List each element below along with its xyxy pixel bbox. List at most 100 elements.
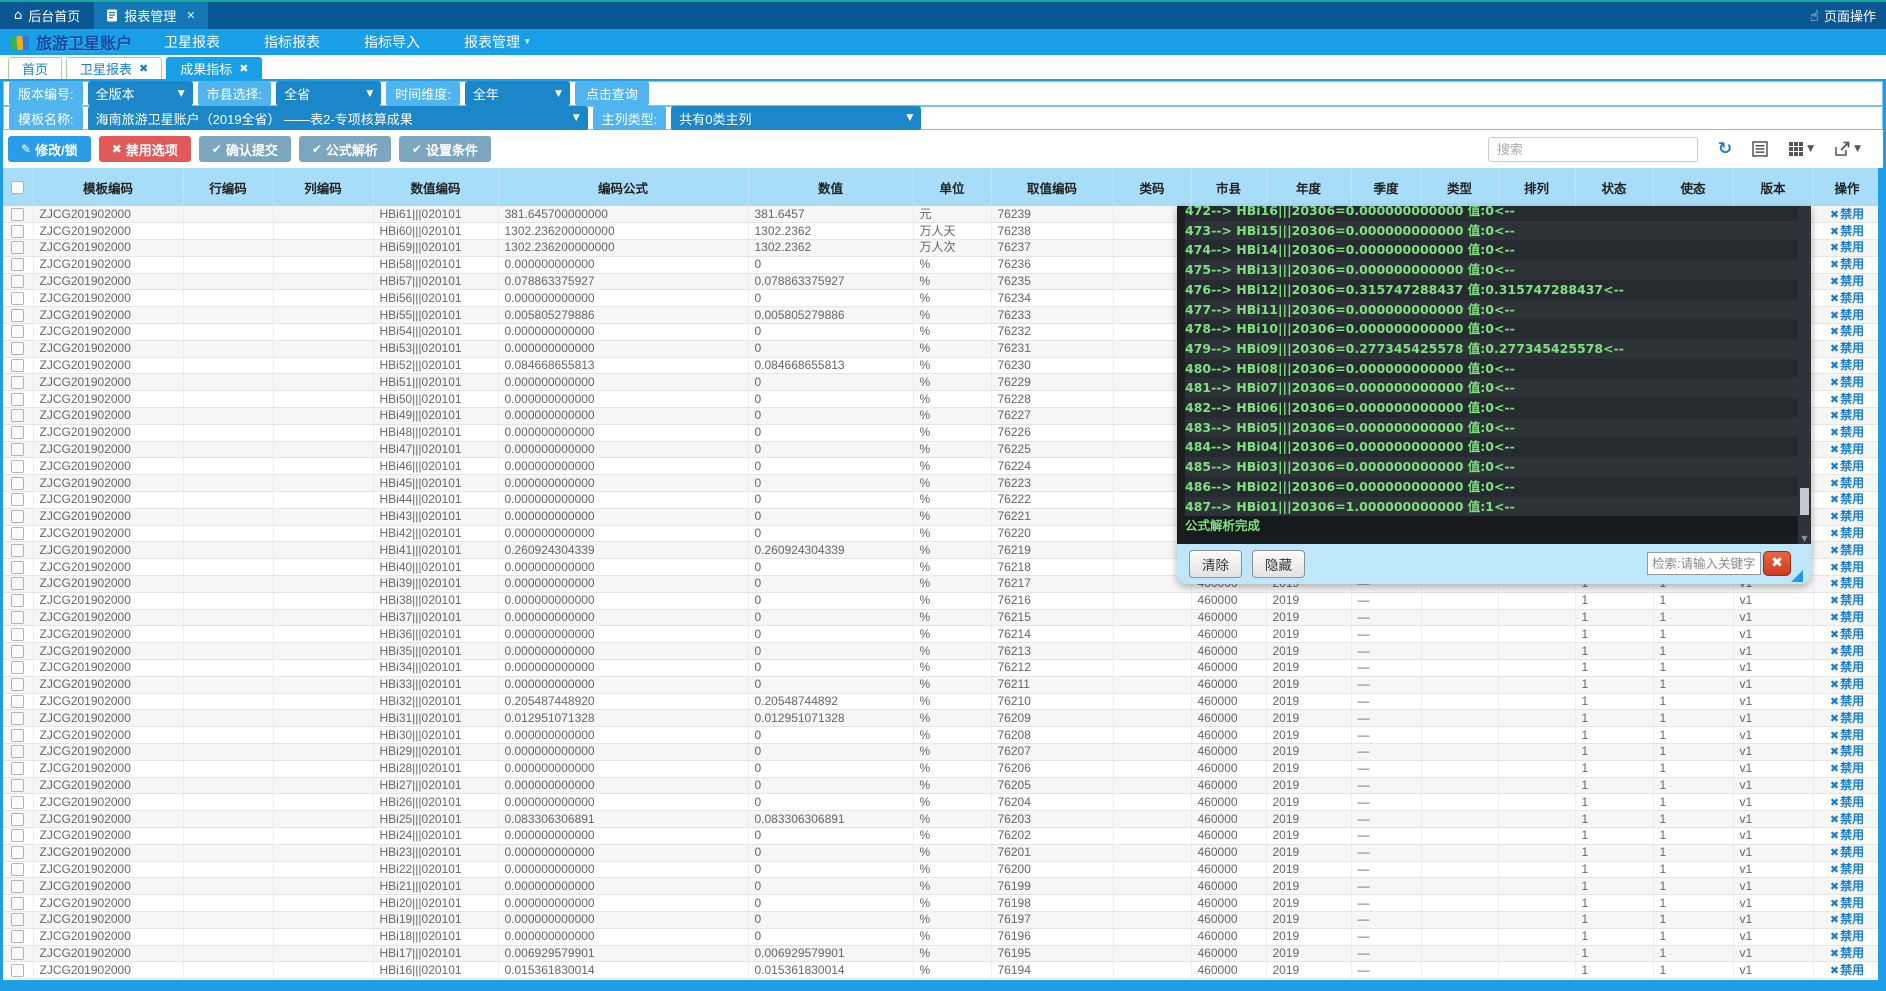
modify-lock-button[interactable]: ✎修改/锁 (8, 136, 91, 162)
resize-grip[interactable] (1791, 570, 1803, 582)
disable-link[interactable]: 禁用 (1840, 778, 1864, 792)
clear-button[interactable]: 清除 (1189, 550, 1242, 578)
row-checkbox[interactable] (11, 561, 24, 574)
disable-link[interactable]: 禁用 (1840, 207, 1864, 221)
row-checkbox[interactable] (11, 729, 24, 742)
city-select[interactable]: 全省 ▼ (276, 81, 381, 106)
page-tab-1[interactable]: 卫星报表✖ (66, 57, 162, 79)
row-checkbox[interactable] (11, 409, 24, 422)
scroll-down-icon[interactable]: ▼ (1798, 534, 1811, 543)
maincol-select[interactable]: 共有0类主列 ▼ (671, 106, 921, 131)
disable-link[interactable]: 禁用 (1840, 862, 1864, 876)
row-checkbox[interactable] (11, 208, 24, 221)
row-checkbox[interactable] (11, 829, 24, 842)
row-checkbox[interactable] (11, 325, 24, 338)
topbar-tab-report-mgmt[interactable]: 报表管理 ✕ (94, 2, 207, 29)
export-icon[interactable]: ▼ (1834, 141, 1861, 157)
disable-link[interactable]: 禁用 (1840, 543, 1864, 557)
row-checkbox[interactable] (11, 779, 24, 792)
version-select[interactable]: 全版本 ▼ (88, 81, 193, 106)
disable-link[interactable]: 禁用 (1840, 392, 1864, 406)
row-checkbox[interactable] (11, 376, 24, 389)
disable-link[interactable]: 禁用 (1840, 459, 1864, 473)
close-tab-icon[interactable]: ✖ (239, 62, 248, 75)
row-checkbox[interactable] (11, 426, 24, 439)
row-checkbox[interactable] (11, 880, 24, 893)
disable-link[interactable]: 禁用 (1840, 694, 1864, 708)
column-header-col-code[interactable]: 列编码 (273, 168, 373, 206)
disable-link[interactable]: 禁用 (1840, 341, 1864, 355)
template-select[interactable]: 海南旅游卫星账户（2019全省） ——表2-专项核算成果 ▼ (88, 106, 588, 131)
row-checkbox[interactable] (11, 577, 24, 590)
disable-link[interactable]: 禁用 (1840, 425, 1864, 439)
column-header-type[interactable]: 类型 (1421, 168, 1498, 206)
row-checkbox[interactable] (11, 695, 24, 708)
column-header-arrange[interactable]: 排列 (1498, 168, 1575, 206)
page-tab-2[interactable]: 成果指标✖ (166, 57, 262, 79)
disable-link[interactable]: 禁用 (1840, 240, 1864, 254)
disable-link[interactable]: 禁用 (1840, 576, 1864, 590)
select-all-header[interactable] (3, 168, 33, 206)
column-header-formula[interactable]: 编码公式 (498, 168, 748, 206)
row-checkbox[interactable] (11, 947, 24, 960)
row-checkbox[interactable] (11, 628, 24, 641)
row-checkbox[interactable] (11, 745, 24, 758)
column-header-class-code[interactable]: 类码 (1113, 168, 1191, 206)
row-checkbox[interactable] (11, 258, 24, 271)
page-operations-button[interactable]: ☝ 页面操作 (1800, 2, 1886, 29)
row-checkbox[interactable] (11, 460, 24, 473)
row-checkbox[interactable] (11, 342, 24, 355)
disable-link[interactable]: 禁用 (1840, 610, 1864, 624)
disable-link[interactable]: 禁用 (1840, 711, 1864, 725)
row-checkbox[interactable] (11, 510, 24, 523)
row-checkbox[interactable] (11, 645, 24, 658)
disable-link[interactable]: 禁用 (1840, 845, 1864, 859)
column-header-template-code[interactable]: 模板编码 (33, 168, 183, 206)
row-checkbox[interactable] (11, 275, 24, 288)
disable-link[interactable]: 禁用 (1840, 224, 1864, 238)
column-header-unit[interactable]: 单位 (913, 168, 991, 206)
disable-link[interactable]: 禁用 (1840, 257, 1864, 271)
disable-link[interactable]: 禁用 (1840, 963, 1864, 977)
disable-link[interactable]: 禁用 (1840, 526, 1864, 540)
disable-link[interactable]: 禁用 (1840, 812, 1864, 826)
row-checkbox[interactable] (11, 309, 24, 322)
disable-link[interactable]: 禁用 (1840, 660, 1864, 674)
column-header-year[interactable]: 年度 (1266, 168, 1351, 206)
row-checkbox[interactable] (11, 930, 24, 943)
disable-link[interactable]: 禁用 (1840, 274, 1864, 288)
disable-link[interactable]: 禁用 (1840, 476, 1864, 490)
disable-link[interactable]: 禁用 (1840, 761, 1864, 775)
disable-link[interactable]: 禁用 (1840, 358, 1864, 372)
row-checkbox[interactable] (11, 594, 24, 607)
hide-button[interactable]: 隐藏 (1252, 550, 1305, 578)
row-checkbox[interactable] (11, 762, 24, 775)
row-checkbox[interactable] (11, 225, 24, 238)
row-checkbox[interactable] (11, 477, 24, 490)
refresh-icon[interactable]: ↻ (1718, 139, 1732, 159)
query-button[interactable]: 点击查询 (575, 81, 649, 106)
page-tab-0[interactable]: 首页 (8, 57, 62, 79)
set-conditions-button[interactable]: ✔设置条件 (399, 136, 491, 162)
row-checkbox[interactable] (11, 863, 24, 876)
row-checkbox[interactable] (11, 241, 24, 254)
disable-link[interactable]: 禁用 (1840, 728, 1864, 742)
disable-options-button[interactable]: ✖禁用选项 (99, 136, 191, 162)
row-checkbox[interactable] (11, 544, 24, 557)
console-scrollbar[interactable]: ▼ (1798, 206, 1811, 544)
column-header-version[interactable]: 版本 (1733, 168, 1813, 206)
column-header-city[interactable]: 市县 (1191, 168, 1266, 206)
column-header-value[interactable]: 数值 (748, 168, 913, 206)
disable-link[interactable]: 禁用 (1840, 509, 1864, 523)
disable-link[interactable]: 禁用 (1840, 912, 1864, 926)
close-console-search-icon[interactable]: ✖ (1763, 551, 1791, 576)
disable-link[interactable]: 禁用 (1840, 946, 1864, 960)
row-checkbox[interactable] (11, 527, 24, 540)
disable-link[interactable]: 禁用 (1840, 744, 1864, 758)
menu-item-indicator-report[interactable]: 指标报表 (242, 32, 342, 52)
close-tab-icon[interactable]: ✖ (139, 62, 148, 75)
row-checkbox[interactable] (11, 393, 24, 406)
disable-link[interactable]: 禁用 (1840, 677, 1864, 691)
horizontal-scrollbar[interactable] (0, 980, 1886, 991)
row-checkbox[interactable] (11, 292, 24, 305)
